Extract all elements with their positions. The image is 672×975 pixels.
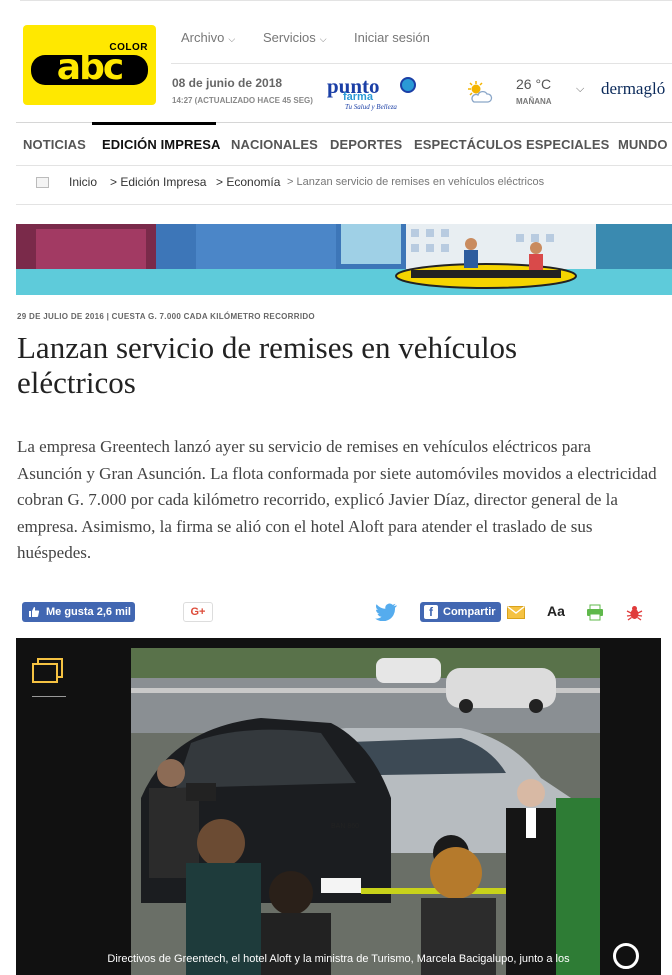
thumbs-up-icon [29,607,40,617]
facebook-share-button[interactable]: f Compartir [420,602,501,622]
sponsor-name-bottom: farma [343,91,373,103]
share-label: Compartir [443,606,496,618]
breadcrumb-divider [16,204,672,205]
nav-item-especiales[interactable]: ESPECIALES [526,137,609,152]
bug-report-icon[interactable] [626,604,643,621]
sponsor-tagline: Tu Salud y Belleza [345,103,397,111]
chevron-down-icon: ⌵ [228,34,236,44]
breadcrumb-current: > Lanzan servicio de remises en vehículo… [287,176,545,188]
archive-label: Archivo [181,30,225,45]
punto-farma-logo[interactable]: punto farma Tu Salud y Belleza [327,74,422,114]
zoom-icon[interactable] [613,943,639,969]
topnav-divider [171,63,672,64]
nav-item-mundo[interactable]: MUNDO [618,137,668,152]
article-kicker: | CUESTA G. 7.000 CADA KILÓMETRO RECORRI… [106,312,315,321]
article-lead: La empresa Greentech lanzó ayer su servi… [17,437,657,562]
chevron-down-icon: ⌵ [319,34,327,44]
like-label: Me gusta 2,6 mil [46,606,131,618]
nav-item-espectaculos[interactable]: ESPECTÁCULOS [414,137,522,152]
forecast-period: MAÑANA [516,97,552,106]
banner-image [16,224,672,295]
breadcrumb-home[interactable]: Inicio [69,175,97,189]
article-meta: 29 DE JULIO DE 2016 | CUESTA G. 7.000 CA… [17,312,315,321]
partly-sunny-icon [468,81,493,103]
electric-cars-photo: BAN 860 [131,648,600,975]
license-plate: BAN 860 [331,823,359,830]
services-label: Servicios [263,30,316,45]
twitter-icon[interactable] [375,603,397,621]
temperature: 26 °C [516,76,552,92]
google-plus-button[interactable]: G+ [183,602,213,622]
login-link[interactable]: Iniciar sesión [354,30,430,45]
advertiser-text[interactable]: dermagló [601,79,665,99]
print-icon[interactable] [586,604,604,621]
weather-dropdown-chevron-icon[interactable]: ⌵ [576,83,584,96]
article-title: Lanzan servicio de remises en vehículos … [17,330,518,400]
article-date: 29 DE JULIO DE 2016 [17,312,105,321]
top-divider [20,0,672,1]
main-nav: NOTICIAS EDICIÓN IMPRESA NACIONALES DEPO… [0,122,672,165]
font-size-button[interactable]: Aa [547,603,565,619]
home-icon[interactable] [36,177,49,188]
photo-caption: Directivos de Greentech, el hotel Aloft … [107,953,570,965]
gallery-icon-underline [32,696,66,697]
nav-item-edicion-impresa[interactable]: EDICIÓN IMPRESA [102,137,221,152]
abc-color-logo[interactable]: COLOR abc [23,25,156,105]
logo-abc-text: abc [31,55,148,85]
photo-gallery[interactable]: BAN 860 Directivos de Greentech, el hote… [16,638,661,975]
current-date: 08 de junio de 2018 [172,76,283,90]
services-menu[interactable]: Servicios ⌵ [263,30,327,45]
nav-item-deportes[interactable]: DEPORTES [330,137,402,152]
sponsor-globe-icon [400,77,416,93]
facebook-icon: f [424,605,438,619]
article-photo[interactable]: BAN 860 [131,648,600,975]
breadcrumb-edition[interactable]: > Edición Impresa [110,175,206,189]
archive-menu[interactable]: Archivo ⌵ [181,30,235,45]
update-time: 14:27 (ACTUALIZADO HACE 45 SEG) [172,96,313,105]
banner-ad[interactable] [16,224,672,295]
mainnav-bottom-divider [16,165,672,166]
email-icon[interactable] [507,606,525,619]
facebook-like-button[interactable]: Me gusta 2,6 mil [22,602,135,622]
nav-item-noticias[interactable]: NOTICIAS [23,137,86,152]
active-tab-indicator [92,122,216,125]
logo-color-text: COLOR [109,42,148,53]
gallery-icon[interactable] [32,658,64,684]
breadcrumb-section[interactable]: > Economía [216,175,280,189]
nav-item-nacionales[interactable]: NACIONALES [231,137,318,152]
